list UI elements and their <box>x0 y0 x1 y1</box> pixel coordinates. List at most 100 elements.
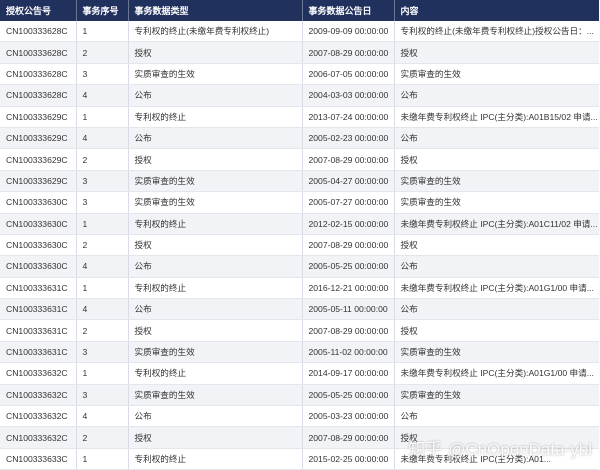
table-row[interactable]: CN100333628C 1 专利权的终止(未缴年费专利权终止) 2009-09-09… <box>0 21 599 43</box>
table-cell: 2007-08-29 00:00:00 <box>302 148 395 171</box>
table-cell: 3 <box>76 170 129 193</box>
column-header[interactable]: 事务数据类型 <box>128 0 303 21</box>
table-cell: 授权 <box>394 41 599 64</box>
table-row[interactable]: CN100333630C 3 实质审查的生效 2005-07-27 00:00:00 实… <box>0 191 599 214</box>
table-cell: 2004-03-03 00:00:00 <box>302 84 395 107</box>
table-cell: 实质审查的生效 <box>128 191 303 214</box>
table-cell: 公布 <box>394 298 599 321</box>
table-row[interactable]: CN100333629C 1 专利权的终止 2013-07-24 00:00:00 未缴… <box>0 106 599 128</box>
table-cell: 专利权的终止 <box>128 362 303 385</box>
column-header[interactable]: 授权公告号 <box>0 0 77 21</box>
table-cell: 2 <box>76 319 129 342</box>
table-cell: CN100333628C <box>0 41 77 64</box>
table-row[interactable]: CN100333632C 1 专利权的终止 2014-09-17 00:00:00 未缴… <box>0 362 599 385</box>
table-cell: 2005-04-27 00:00:00 <box>302 170 395 193</box>
table-cell: 2005-07-27 00:00:00 <box>302 191 395 214</box>
table-cell: 专利权的终止 <box>128 106 303 128</box>
table-row[interactable]: CN100333630C 2 授权 2007-08-29 00:00:00 授权 <box>0 234 599 257</box>
table-cell: CN100333631C <box>0 341 77 364</box>
table-cell: 专利权的终止 <box>128 277 303 300</box>
table-cell: 实质审查的生效 <box>394 170 599 193</box>
table-cell: 3 <box>76 341 129 364</box>
table-row[interactable]: CN100333632C 3 实质审查的生效 2005-05-25 00:00:00 实… <box>0 384 599 407</box>
table-cell: 未缴年费专利权终止 IPC(主分类):A01G1/00 申请... <box>394 362 599 385</box>
table-cell: 未缴年费专利权终止 IPC(主分类):A01C11/02 申请... <box>394 213 599 235</box>
table-cell: 4 <box>76 127 129 150</box>
table-row[interactable]: CN100333629C 3 实质审查的生效 2005-04-27 00:00:00 实… <box>0 170 599 193</box>
table-cell: CN100333631C <box>0 298 77 321</box>
table-row[interactable]: CN100333628C 3 实质审查的生效 2006-07-05 00:00:00 实… <box>0 63 599 86</box>
table-row[interactable]: CN100333631C 4 公布 2005-05-11 00:00:00 公布 <box>0 298 599 321</box>
table-cell: 2 <box>76 426 129 449</box>
table-row[interactable]: CN100333631C 2 授权 2007-08-29 00:00:00 授权 <box>0 319 599 342</box>
table-cell: CN100333628C <box>0 63 77 86</box>
table-cell: 2005-11-02 00:00:00 <box>302 341 395 364</box>
table-cell: 1 <box>76 213 129 235</box>
table-cell: 4 <box>76 84 129 107</box>
table-cell: CN100333629C <box>0 106 77 128</box>
table-cell: 2 <box>76 41 129 64</box>
table-cell: 专利权的终止 <box>128 213 303 235</box>
table-cell: 未缴年费专利权终止 IPC(主分类):A01B15/02 申请... <box>394 106 599 128</box>
column-header[interactable]: 内容 <box>394 0 599 21</box>
table-cell: 2012-02-15 00:00:00 <box>302 213 395 235</box>
table-cell: 公布 <box>128 127 303 150</box>
table-cell: 2005-02-23 00:00:00 <box>302 127 395 150</box>
table-cell: 2013-07-24 00:00:00 <box>302 106 395 128</box>
table-cell: 实质审查的生效 <box>394 341 599 364</box>
table-cell: 专利权的终止(未缴年费专利权终止) <box>128 21 303 43</box>
table-cell: CN100333632C <box>0 405 77 428</box>
table-cell: 授权 <box>394 319 599 342</box>
table-cell: 2 <box>76 148 129 171</box>
table-row[interactable]: CN100333629C 2 授权 2007-08-29 00:00:00 授权 <box>0 148 599 171</box>
table-cell: 实质审查的生效 <box>128 63 303 86</box>
table-cell: 公布 <box>394 84 599 107</box>
table-row[interactable]: CN100333628C 4 公布 2004-03-03 00:00:00 公布 <box>0 84 599 107</box>
table-cell: 2006-07-05 00:00:00 <box>302 63 395 86</box>
table-header-row: 授权公告号 事务序号 事务数据类型 事务数据公告日 内容 <box>0 0 599 21</box>
data-table: 授权公告号 事务序号 事务数据类型 事务数据公告日 内容 CN100333628… <box>0 0 599 470</box>
table-cell: 3 <box>76 384 129 407</box>
table-row[interactable]: CN100333628C 2 授权 2007-08-29 00:00:00 授权 <box>0 41 599 64</box>
table-cell: 授权 <box>128 234 303 257</box>
table-row[interactable]: CN100333629C 4 公布 2005-02-23 00:00:00 公布 <box>0 127 599 150</box>
table-row[interactable]: CN100333631C 1 专利权的终止 2016-12-21 00:00:00 未缴… <box>0 277 599 300</box>
table-cell: 2 <box>76 234 129 257</box>
watermark-author: @CnOpenData-ybl <box>448 440 592 459</box>
table-cell: CN100333630C <box>0 191 77 214</box>
table-cell: 实质审查的生效 <box>394 63 599 86</box>
table-cell: CN100333632C <box>0 362 77 385</box>
table-row[interactable]: CN100333632C 4 公布 2005-03-23 00:00:00 公布 <box>0 405 599 428</box>
table-cell: 公布 <box>394 255 599 278</box>
table-cell: 4 <box>76 255 129 278</box>
table-cell: 实质审查的生效 <box>394 191 599 214</box>
table-cell: CN100333629C <box>0 127 77 150</box>
table-cell: 授权 <box>394 234 599 257</box>
column-header[interactable]: 事务序号 <box>76 0 129 21</box>
table-cell: 实质审查的生效 <box>128 384 303 407</box>
table-cell: 授权 <box>128 41 303 64</box>
table-cell: CN100333628C <box>0 84 77 107</box>
table-cell: 未缴年费专利权终止 IPC(主分类):A01G1/00 申请... <box>394 277 599 300</box>
table-cell: CN100333628C <box>0 21 77 43</box>
table-cell: 公布 <box>128 298 303 321</box>
table-cell: 2005-05-25 00:00:00 <box>302 255 395 278</box>
table-cell: 2009-09-09 00:00:00 <box>302 21 395 43</box>
table-cell: 2007-08-29 00:00:00 <box>302 319 395 342</box>
table-cell: CN100333629C <box>0 170 77 193</box>
table-row[interactable]: CN100333630C 1 专利权的终止 2012-02-15 00:00:00 未缴… <box>0 213 599 235</box>
table-row[interactable]: CN100333630C 4 公布 2005-05-25 00:00:00 公布 <box>0 255 599 278</box>
table-cell: CN100333630C <box>0 255 77 278</box>
table-cell: CN100333632C <box>0 384 77 407</box>
table-cell: 2015-02-25 00:00:00 <box>302 448 395 470</box>
table-cell: 2005-03-23 00:00:00 <box>302 405 395 428</box>
table-cell: 2014-09-17 00:00:00 <box>302 362 395 385</box>
column-header[interactable]: 事务数据公告日 <box>302 0 395 21</box>
table-cell: 公布 <box>394 127 599 150</box>
table-row[interactable]: CN100333631C 3 实质审查的生效 2005-11-02 00:00:00 实… <box>0 341 599 364</box>
table-cell: 专利权的终止 <box>128 448 303 470</box>
table-cell: 3 <box>76 63 129 86</box>
table-cell: 1 <box>76 21 129 43</box>
table-cell: 公布 <box>128 255 303 278</box>
table-cell: 实质审查的生效 <box>394 384 599 407</box>
